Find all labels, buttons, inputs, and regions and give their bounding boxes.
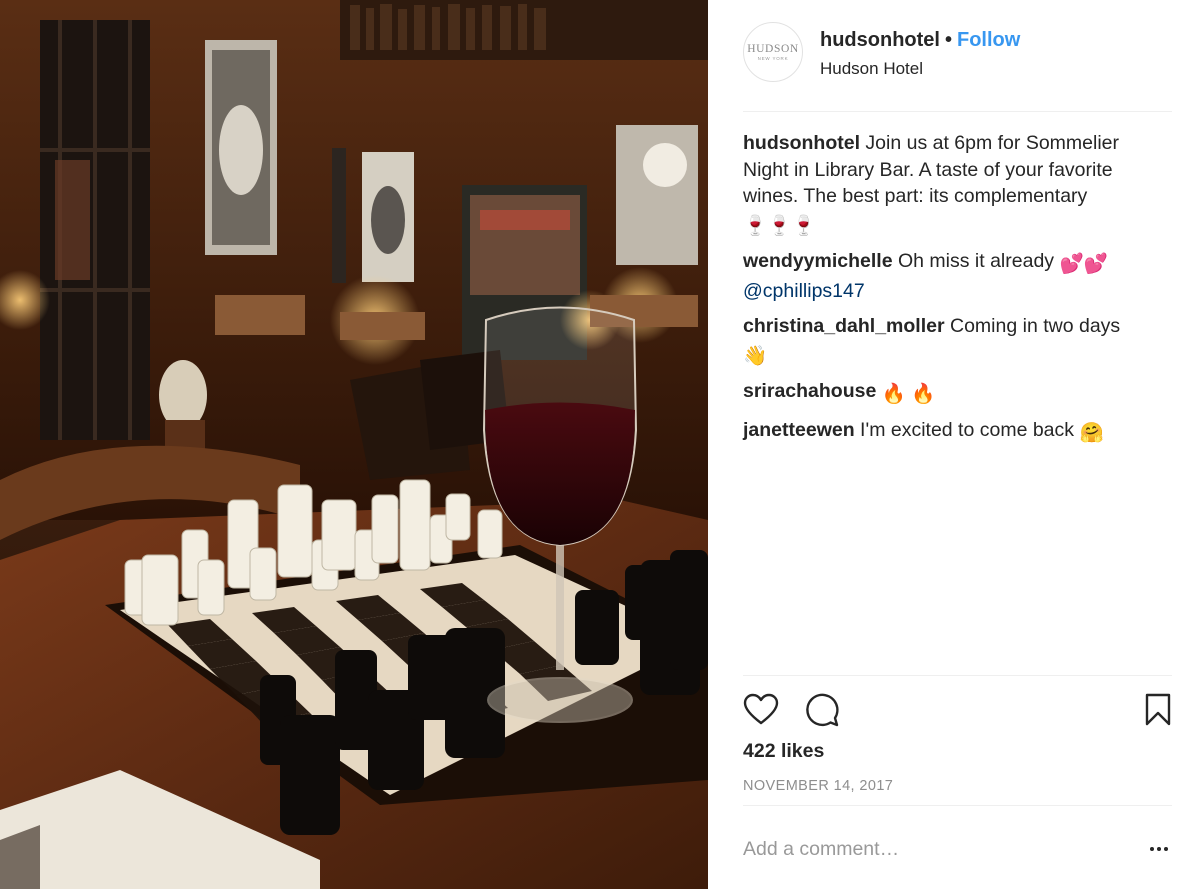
add-comment-bar bbox=[743, 805, 1172, 889]
location-link[interactable]: Hudson Hotel bbox=[820, 59, 923, 79]
wine-glass-emoji: 🍷🍷🍷 bbox=[743, 214, 816, 237]
comment-text: Coming in two days bbox=[950, 315, 1121, 337]
follow-button[interactable]: Follow bbox=[957, 29, 1020, 51]
comment-item: christina_dahl_moller Coming in two days… bbox=[743, 313, 1160, 369]
header-username[interactable]: hudsonhotel bbox=[820, 29, 940, 51]
caption: hudsonhotel Join us at 6pm for Sommelier… bbox=[743, 130, 1160, 239]
hugging-face-emoji: 🤗 bbox=[1079, 421, 1104, 444]
post-details: HUDSON NEW YORK hudsonhotel • Follow Hudso… bbox=[708, 0, 1200, 889]
comment-username[interactable]: srirachahouse bbox=[743, 380, 876, 402]
avatar[interactable]: HUDSON NEW YORK bbox=[743, 22, 803, 82]
comment-username[interactable]: hudsonhotel bbox=[743, 132, 860, 154]
post-photo[interactable] bbox=[0, 0, 708, 889]
comment-input[interactable] bbox=[743, 834, 1123, 864]
comment-username[interactable]: christina_dahl_moller bbox=[743, 315, 945, 337]
comment-icon[interactable] bbox=[804, 692, 840, 728]
likes-count[interactable]: 422 likes bbox=[743, 740, 824, 763]
comment-username[interactable]: janetteewen bbox=[743, 419, 855, 441]
post-header: HUDSON NEW YORK hudsonhotel • Follow Hudso… bbox=[743, 22, 1172, 112]
header-user-row: hudsonhotel • Follow bbox=[820, 29, 1020, 52]
fire-emoji: 🔥 🔥 bbox=[881, 383, 936, 405]
separator-dot: • bbox=[944, 29, 952, 51]
avatar-brand: HUDSON bbox=[747, 43, 799, 55]
more-options-icon[interactable] bbox=[1146, 836, 1172, 862]
avatar-sub: NEW YORK bbox=[757, 56, 789, 61]
heart-icon[interactable] bbox=[743, 692, 779, 728]
photo-illustration bbox=[0, 0, 708, 889]
waving-hand-emoji: 👋 bbox=[743, 344, 768, 367]
post-date: NOVEMBER 14, 2017 bbox=[743, 778, 894, 794]
comment-item: wendyymichelle Oh miss it already 💕💕 @cp… bbox=[743, 248, 1160, 304]
hearts-emoji: 💕💕 bbox=[1059, 253, 1109, 275]
post-actions: 422 likes NOVEMBER 14, 2017 bbox=[743, 675, 1172, 805]
bookmark-icon[interactable] bbox=[1144, 692, 1172, 728]
comment-item: janetteewen I'm excited to come back 🤗 bbox=[743, 417, 1160, 447]
comment-text: Oh miss it already bbox=[898, 250, 1055, 272]
mention-link[interactable]: @cphillips147 bbox=[743, 280, 865, 302]
comment-username[interactable]: wendyymichelle bbox=[743, 250, 893, 272]
comment-text: I'm excited to come back bbox=[860, 418, 1075, 441]
comments-list: hudsonhotel Join us at 6pm for Sommelier… bbox=[743, 130, 1160, 455]
comment-item: srirachahouse 🔥 🔥 bbox=[743, 378, 1160, 408]
